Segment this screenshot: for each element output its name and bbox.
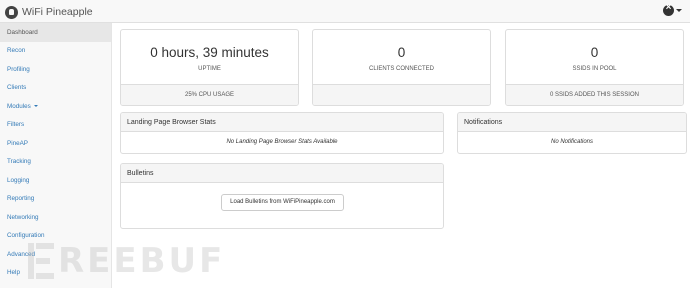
ssids-panel: 0 SSIDS IN POOL 0 SSIDS ADDED THIS SESSI… (505, 29, 684, 106)
uptime-label: UPTIME (198, 66, 221, 72)
load-bulletins-button[interactable]: Load Bulletins from WiFiPineapple.com (221, 194, 344, 211)
ssids-footer: 0 SSIDS ADDED THIS SESSION (506, 84, 683, 105)
sidebar-item-label: Reporting (7, 195, 35, 203)
panel-title: Notifications (458, 113, 686, 132)
freebuf-watermark: REEBUF (28, 241, 225, 281)
landing-stats-panel: Landing Page Browser Stats No Landing Pa… (120, 112, 444, 154)
chevron-down-icon (33, 105, 38, 108)
sidebar-item-tracking[interactable]: Tracking (0, 153, 111, 172)
settings-dropdown[interactable] (663, 2, 682, 16)
clients-panel: 0 CLIENTS CONNECTED (312, 29, 491, 106)
watermark-text: REEBUF (58, 241, 226, 281)
clients-value: 0 (397, 45, 406, 60)
sidebar-item-label: Logging (7, 176, 30, 184)
sidebar-item-filters[interactable]: Filters (0, 116, 111, 135)
pineapple-logo-icon (5, 5, 18, 19)
panel-title: Landing Page Browser Stats (121, 113, 443, 132)
empty-message: No Notifications (550, 139, 594, 145)
sidebar-item-networking[interactable]: Networking (0, 208, 111, 227)
sidebar-item-pineap[interactable]: PineAP (0, 134, 111, 153)
sidebar-item-label: Networking (7, 213, 39, 221)
sidebar-item-label: Profiling (7, 65, 30, 73)
uptime-value: 0 hours, 39 minutes (150, 45, 269, 60)
sidebar-item-recon[interactable]: Recon (0, 42, 111, 61)
sidebar-item-label: Filters (7, 121, 25, 129)
sidebar-item-label: Dashboard (7, 28, 38, 36)
top-navbar: WiFi Pineapple (0, 0, 690, 23)
sidebar-item-dashboard[interactable]: Dashboard (0, 23, 111, 42)
sidebar-item-label: Tracking (7, 158, 31, 166)
sidebar-item-label: Help (7, 269, 20, 277)
sidebar-item-modules[interactable]: Modules (0, 97, 111, 116)
clients-label: CLIENTS CONNECTED (368, 66, 434, 72)
freebuf-logo-icon (28, 243, 54, 279)
ssids-label: SSIDS IN POOL (572, 66, 617, 72)
empty-message: No Landing Page Browser Stats Available (226, 139, 338, 145)
sidebar-item-label: Recon (7, 47, 26, 55)
app-title: WiFi Pineapple (22, 6, 93, 18)
settings-icon (663, 2, 674, 16)
sidebar-item-label: Modules (7, 102, 31, 110)
sidebar-item-label: Configuration (7, 232, 45, 240)
bulletins-panel: Bulletins Load Bulletins from WiFiPineap… (120, 163, 444, 229)
sidebar-item-clients[interactable]: Clients (0, 79, 111, 98)
sidebar-item-label: Clients (7, 84, 27, 92)
chevron-down-icon (676, 9, 682, 12)
cpu-usage-footer: 25% CPU USAGE (121, 84, 298, 105)
clients-footer (313, 84, 490, 105)
sidebar-item-reporting[interactable]: Reporting (0, 190, 111, 209)
sidebar-item-label: PineAP (7, 139, 29, 147)
panel-title: Bulletins (121, 164, 443, 183)
ssids-value: 0 (590, 45, 599, 60)
uptime-panel: 0 hours, 39 minutes UPTIME 25% CPU USAGE (120, 29, 299, 106)
notifications-panel: Notifications No Notifications (457, 112, 687, 154)
sidebar-item-logging[interactable]: Logging (0, 171, 111, 190)
brand[interactable]: WiFi Pineapple (5, 4, 93, 20)
sidebar-item-profiling[interactable]: Profiling (0, 60, 111, 79)
